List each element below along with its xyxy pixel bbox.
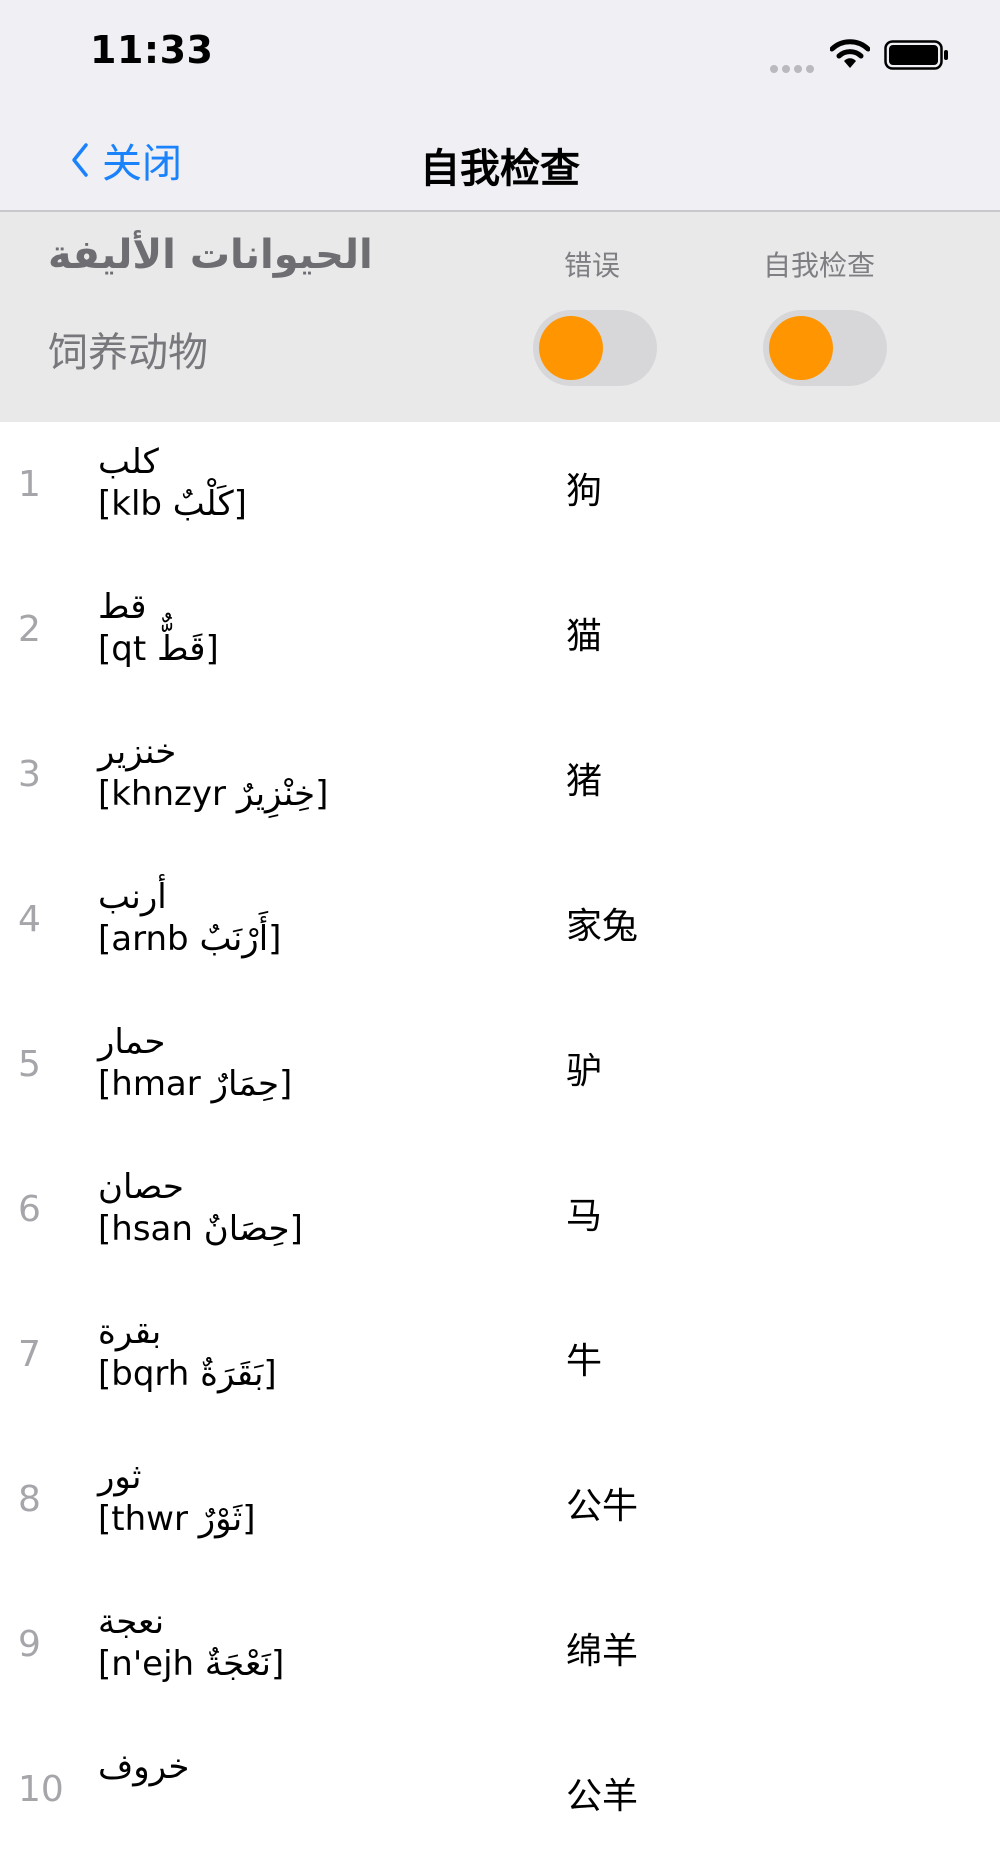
list-item[interactable]: 1 كلب [klb كَلْبٌ] 狗: [0, 422, 1000, 567]
transliteration: [hmar حِمَارٌ]: [98, 1064, 293, 1104]
lesson-title-chinese: 饲养动物: [48, 330, 208, 376]
transliteration: [bqrh بَقَرَةٌ]: [98, 1354, 277, 1394]
row-number: 10: [18, 1769, 64, 1810]
chinese-translation: 家兔: [566, 906, 639, 947]
list-item[interactable]: 3 خنزير [khnzyr خِنْزِيرٌ] 猪: [0, 712, 1000, 857]
arabic-word: خنزير: [98, 732, 177, 772]
chinese-translation: 驴: [566, 1051, 603, 1092]
list-item[interactable]: 2 قط [qt قَطٌّ] 猫: [0, 567, 1000, 712]
battery-icon: [884, 40, 948, 70]
arabic-word: أرنب: [98, 877, 167, 917]
list-item[interactable]: 5 حمار [hmar حِمَارٌ] 驴: [0, 1002, 1000, 1147]
row-number: 1: [18, 464, 41, 505]
lesson-title-arabic: الحيوانات الأليفة: [48, 232, 373, 278]
signal-strength-icon: [770, 58, 818, 77]
arabic-word: حصان: [98, 1167, 184, 1207]
chinese-translation: 猪: [566, 761, 603, 802]
row-number: 8: [18, 1479, 41, 1520]
status-time: 11:33: [90, 28, 214, 72]
chinese-translation: 绵羊: [566, 1631, 639, 1672]
list-item[interactable]: 8 ثور [thwr ثَوْرٌ] 公牛: [0, 1437, 1000, 1582]
self-check-label: 自我检查: [762, 249, 875, 282]
list-item[interactable]: 9 نعجة [n'ejh نَعْجَةٌ] 绵羊: [0, 1582, 1000, 1727]
row-number: 9: [18, 1624, 41, 1665]
arabic-word: خروف: [98, 1747, 190, 1787]
chinese-translation: 公牛: [566, 1486, 639, 1527]
transliteration: [arnb أَرْنَبٌ]: [98, 919, 282, 959]
errors-toggle[interactable]: [533, 310, 657, 386]
arabic-word: ثور: [98, 1457, 142, 1497]
transliteration: [klb كَلْبٌ]: [98, 484, 247, 524]
chinese-translation: 狗: [566, 471, 603, 512]
transliteration: [hsan حِصَانٌ]: [98, 1209, 303, 1249]
self-check-toggle-knob: [769, 316, 833, 380]
list-item[interactable]: 10 خروف 公羊: [0, 1727, 1000, 1872]
row-number: 6: [18, 1189, 41, 1230]
status-bar: 11:33: [0, 0, 1000, 110]
errors-toggle-knob: [539, 316, 603, 380]
row-number: 2: [18, 609, 41, 650]
list-item[interactable]: 6 حصان [hsan حِصَانٌ] 马: [0, 1147, 1000, 1292]
lesson-header: الحيوانات الأليفة 饲养动物 错误 自我检查: [0, 212, 1000, 422]
navigation-bar: 关闭 自我检查: [0, 110, 1000, 212]
arabic-word: بقرة: [98, 1312, 162, 1352]
self-check-toggle[interactable]: [763, 310, 887, 386]
wifi-icon: [830, 39, 870, 68]
arabic-word: قط: [98, 587, 147, 627]
arabic-word: كلب: [98, 442, 159, 482]
chinese-translation: 牛: [566, 1341, 603, 1382]
chinese-translation: 公羊: [566, 1776, 639, 1817]
errors-label: 错误: [563, 249, 620, 282]
row-number: 3: [18, 754, 41, 795]
arabic-word: نعجة: [98, 1602, 165, 1642]
row-number: 4: [18, 899, 41, 940]
row-number: 7: [18, 1334, 41, 1375]
list-item[interactable]: 4 أرنب [arnb أَرْنَبٌ] 家兔: [0, 857, 1000, 1002]
transliteration: [khnzyr خِنْزِيرٌ]: [98, 774, 329, 814]
transliteration: [n'ejh نَعْجَةٌ]: [98, 1644, 285, 1684]
page-title: 自我检查: [420, 146, 580, 192]
transliteration: [qt قَطٌّ]: [98, 629, 219, 669]
arabic-word: حمار: [98, 1022, 166, 1062]
row-number: 5: [18, 1044, 41, 1085]
chinese-translation: 猫: [566, 616, 603, 657]
chinese-translation: 马: [566, 1196, 603, 1237]
list-item[interactable]: 7 بقرة [bqrh بَقَرَةٌ] 牛: [0, 1292, 1000, 1437]
transliteration: [thwr ثَوْرٌ]: [98, 1499, 256, 1539]
word-list: 1 كلب [klb كَلْبٌ] 狗 2 قط [qt قَطٌّ] 猫 3…: [0, 422, 1000, 1872]
